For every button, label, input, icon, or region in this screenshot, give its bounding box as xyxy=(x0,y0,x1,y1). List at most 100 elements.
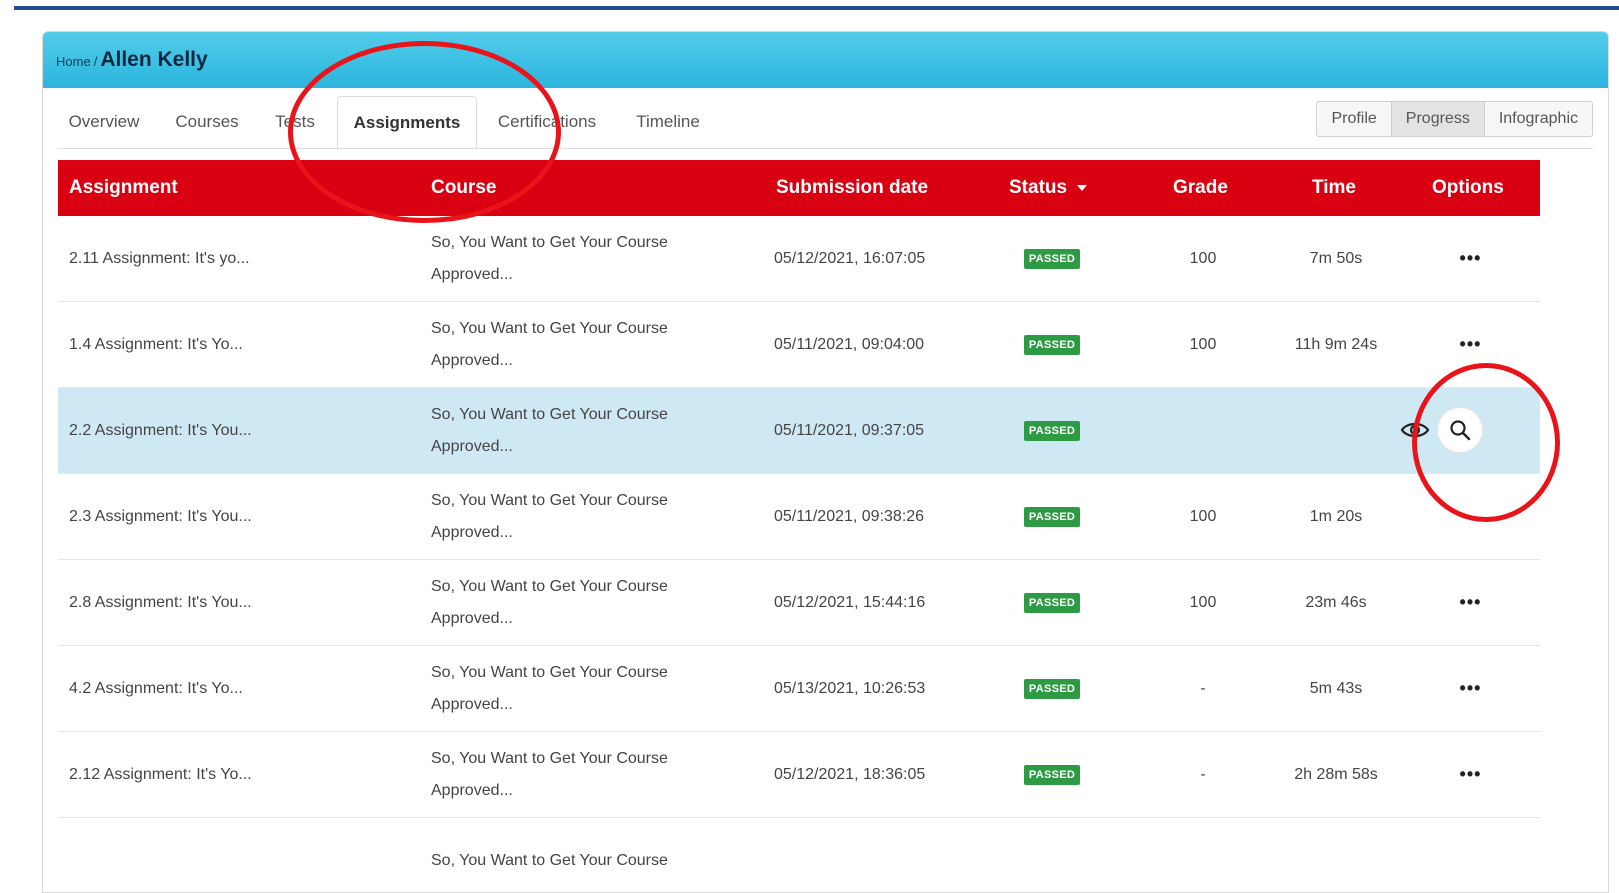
table-row[interactable]: 2.11 Assignment: It's yo... So, You Want… xyxy=(58,216,1540,302)
table-header: Assignment Course Submission date Status… xyxy=(58,160,1540,216)
table-row-highlighted[interactable]: 2.2 Assignment: It's You... So, You Want… xyxy=(58,388,1540,474)
tab-certifications[interactable]: Certifications xyxy=(493,96,601,148)
course-name: So, You Want to Get Your Course Approved.… xyxy=(431,474,731,559)
table-row[interactable]: 2.3 Assignment: It's You... So, You Want… xyxy=(58,474,1540,560)
assignment-name: 2.11 Assignment: It's yo... xyxy=(69,249,250,267)
course-name-line2: Approved... xyxy=(431,523,513,541)
grade-value: 100 xyxy=(1189,593,1217,611)
tab-timeline[interactable]: Timeline xyxy=(633,96,703,148)
status-badge: PASSED xyxy=(1023,764,1081,785)
column-header-options: Options xyxy=(1432,177,1504,198)
tab-tests[interactable]: Tests xyxy=(273,96,317,148)
options-menu-button[interactable]: ••• xyxy=(1460,764,1482,785)
assignment-name: 2.2 Assignment: It's You... xyxy=(69,421,252,439)
submission-date: 05/12/2021, 18:36:05 xyxy=(774,765,926,783)
column-header-submission-date[interactable]: Submission date xyxy=(776,160,928,216)
status-badge: PASSED xyxy=(1023,678,1081,699)
grade-value: 100 xyxy=(1189,249,1217,267)
submission-date: 05/12/2021, 15:44:16 xyxy=(774,593,926,611)
course-name: So, You Want to Get Your Course Approved.… xyxy=(431,302,731,387)
tab-courses[interactable]: Courses xyxy=(173,96,241,148)
course-name-line1: So, You Want to Get Your Course xyxy=(431,577,668,595)
status-badge: PASSED xyxy=(1023,592,1081,613)
assignment-name: 2.3 Assignment: It's You... xyxy=(69,507,252,525)
submission-date: 05/11/2021, 09:04:00 xyxy=(774,335,925,353)
course-name: So, You Want to Get Your Course Approved.… xyxy=(431,388,731,473)
submission-date: 05/12/2021, 16:07:05 xyxy=(774,249,926,267)
table-row[interactable]: 1.4 Assignment: It's Yo... So, You Want … xyxy=(58,302,1540,388)
status-badge: PASSED xyxy=(1023,334,1081,355)
preview-button[interactable] xyxy=(1398,413,1432,447)
options-cell: ••• xyxy=(1428,646,1513,731)
course-name-line1: So, You Want to Get Your Course xyxy=(431,749,668,767)
course-name-line2: Approved... xyxy=(431,609,513,627)
table-row[interactable]: 4.2 Assignment: It's Yo... So, You Want … xyxy=(58,646,1540,732)
time-value: 7m 50s xyxy=(1309,249,1363,267)
submission-date: 05/11/2021, 09:37:05 xyxy=(774,421,925,439)
time-value: 1m 20s xyxy=(1309,507,1363,525)
course-name: So, You Want to Get Your Course Approved.… xyxy=(431,646,731,731)
course-name-line1: So, You Want to Get Your Course xyxy=(431,851,668,869)
sort-caret-icon xyxy=(1077,184,1088,191)
status-cell: PASSED xyxy=(1020,388,1084,473)
status-badge: PASSED xyxy=(1023,420,1081,441)
course-name-line2: Approved... xyxy=(431,265,513,283)
table-row[interactable]: 2.8 Assignment: It's You... So, You Want… xyxy=(58,560,1540,646)
progress-view-button[interactable]: Progress xyxy=(1390,102,1484,136)
course-name-line2: Approved... xyxy=(431,695,513,713)
course-name-line2: Approved... xyxy=(431,437,513,455)
table-row[interactable]: So, You Want to Get Your Course xyxy=(58,818,1540,892)
options-menu-button[interactable]: ••• xyxy=(1460,592,1482,613)
options-cell: ••• xyxy=(1428,216,1513,301)
course-name: So, You Want to Get Your Course Approved.… xyxy=(431,216,731,301)
status-cell: PASSED xyxy=(1020,474,1084,559)
view-submission-button[interactable] xyxy=(1438,408,1482,452)
course-name-line1: So, You Want to Get Your Course xyxy=(431,319,668,337)
breadcrumb: Home / Allen Kelly xyxy=(56,48,208,72)
submission-date: 05/11/2021, 09:38:26 xyxy=(774,507,925,525)
course-name: So, You Want to Get Your Course Approved.… xyxy=(431,560,731,645)
time-value: 23m 46s xyxy=(1305,593,1367,611)
column-header-assignment[interactable]: Assignment xyxy=(69,160,178,216)
options-cell xyxy=(1428,474,1513,559)
status-cell: PASSED xyxy=(1020,732,1084,817)
grade-value: - xyxy=(1200,765,1206,783)
status-cell: PASSED xyxy=(1020,302,1084,387)
row-actions xyxy=(1398,408,1482,452)
tab-overview[interactable]: Overview xyxy=(65,96,143,148)
time-value: 11h 9m 24s xyxy=(1294,335,1378,353)
options-menu-button[interactable]: ••• xyxy=(1460,334,1482,355)
profile-view-button[interactable]: Profile xyxy=(1317,102,1391,136)
top-strip xyxy=(14,6,1619,10)
status-cell: PASSED xyxy=(1020,216,1084,301)
status-badge: PASSED xyxy=(1023,248,1081,269)
user-progress-panel: Home / Allen Kelly Overview Courses Tests … xyxy=(42,31,1609,893)
status-badge: PASSED xyxy=(1023,506,1081,527)
eye-icon xyxy=(1400,422,1430,438)
breadcrumb-home-link[interactable]: Home xyxy=(56,54,91,69)
course-name-line1: So, You Want to Get Your Course xyxy=(431,663,668,681)
table-row[interactable]: 2.12 Assignment: It's Yo... So, You Want… xyxy=(58,732,1540,818)
infographic-view-button[interactable]: Infographic xyxy=(1483,102,1592,136)
course-name: So, You Want to Get Your Course Approved.… xyxy=(431,732,731,817)
options-cell: ••• xyxy=(1428,560,1513,645)
options-menu-button[interactable]: ••• xyxy=(1460,248,1482,269)
assignment-name: 2.12 Assignment: It's Yo... xyxy=(69,765,252,783)
grade-value: - xyxy=(1200,679,1206,697)
time-value: 5m 43s xyxy=(1309,679,1363,697)
tab-assignments[interactable]: Assignments xyxy=(337,96,477,150)
status-cell: PASSED xyxy=(1020,560,1084,645)
status-cell: PASSED xyxy=(1020,646,1084,731)
assignment-name: 4.2 Assignment: It's Yo... xyxy=(69,679,243,697)
options-menu-button[interactable]: ••• xyxy=(1460,678,1482,699)
grade-value: 100 xyxy=(1189,507,1217,525)
column-header-status[interactable]: Status xyxy=(1009,160,1088,216)
page-title: Allen Kelly xyxy=(100,48,208,71)
column-header-course[interactable]: Course xyxy=(431,160,496,216)
column-header-time[interactable]: Time xyxy=(1312,160,1356,216)
time-value: 2h 28m 58s xyxy=(1294,765,1378,783)
column-header-grade[interactable]: Grade xyxy=(1173,160,1228,216)
course-name-line1: So, You Want to Get Your Course xyxy=(431,405,668,423)
view-toggle: Profile Progress Infographic xyxy=(1316,101,1593,137)
course-name-line1: So, You Want to Get Your Course xyxy=(431,233,668,251)
